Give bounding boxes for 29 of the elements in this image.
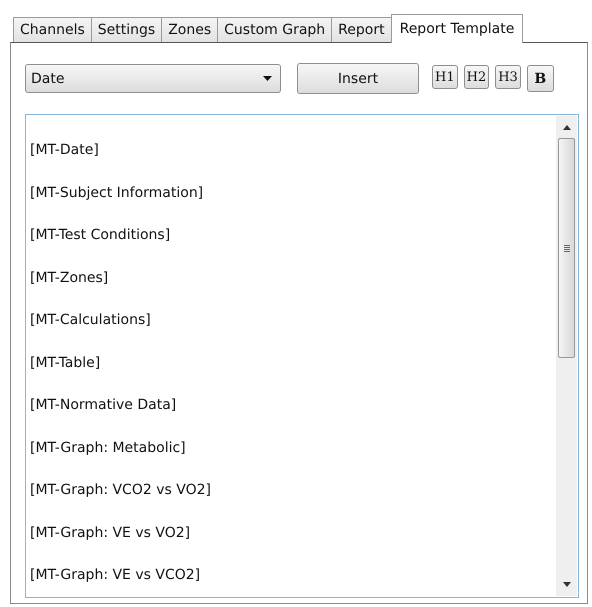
heading-button[interactable]: H3 <box>495 65 521 89</box>
template-line: [MT-Graph: VCO2 vs VO2] <box>30 481 212 500</box>
template-line: [MT-Subject Information] <box>30 184 204 202</box>
template-line: [MT-Normative Data] <box>30 396 178 415</box>
template-line: [MT-Graph: Metabolic] <box>30 438 187 458</box>
field-dropdown[interactable]: Date <box>25 64 281 93</box>
dropdown-arrow-icon <box>263 76 272 81</box>
template-line: [MT-Zones] <box>30 268 110 288</box>
template-line: [MT-Table] <box>30 354 102 372</box>
tab[interactable]: Report Template <box>390 14 524 43</box>
template-line: [MT-Graph: VE vs VCO2] <box>30 566 202 585</box>
template-line: [MT-Calculations] <box>30 311 152 330</box>
scrollbar[interactable] <box>556 116 577 596</box>
tab[interactable]: Channels <box>13 17 92 42</box>
template-line: [MT-Date] <box>30 141 100 160</box>
tab[interactable]: Report <box>331 17 392 42</box>
tab[interactable]: Custom Graph <box>217 17 332 42</box>
tab[interactable]: Zones <box>161 17 218 42</box>
scroll-up-icon[interactable] <box>562 125 570 130</box>
scroll-down-icon[interactable] <box>562 582 570 586</box>
heading-button[interactable]: H2 <box>464 65 490 89</box>
bold-button[interactable]: B <box>526 65 554 92</box>
insert-button[interactable]: Insert <box>297 63 419 94</box>
heading-button[interactable]: H1 <box>432 65 458 89</box>
template-line: [MT-Test Conditions] <box>30 226 172 245</box>
scroll-thumb[interactable] <box>558 138 575 358</box>
tab[interactable]: Settings <box>90 17 162 42</box>
template-line: [MT-Graph: VE vs VO2] <box>30 524 192 542</box>
grip-icon <box>564 244 570 252</box>
